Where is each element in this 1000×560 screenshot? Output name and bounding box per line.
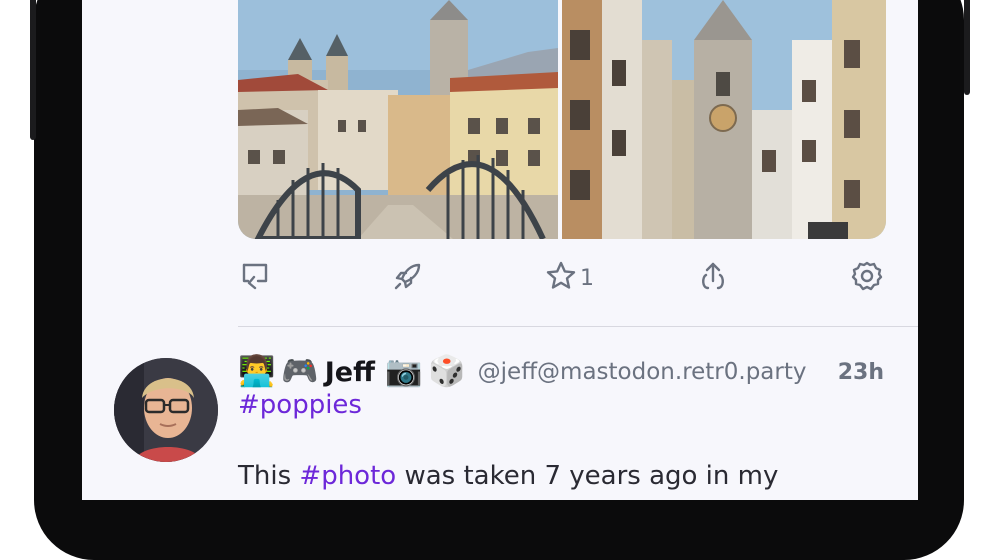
- app-screen: 1: [82, 0, 918, 500]
- favourite-button[interactable]: 1: [544, 258, 594, 298]
- post-body-suffix: was taken 7 years ago in my: [396, 461, 779, 491]
- post-timestamp[interactable]: 23h: [838, 350, 884, 394]
- share-icon: [696, 259, 730, 297]
- hashtag-link[interactable]: #poppies: [238, 390, 362, 420]
- media-image-clock-tower[interactable]: [562, 0, 886, 239]
- star-icon: [544, 259, 578, 297]
- media-image-bridge[interactable]: [238, 0, 558, 239]
- phone-side-button-left: [30, 0, 36, 140]
- boost-button[interactable]: [391, 258, 425, 298]
- rocket-icon: [391, 259, 425, 297]
- more-options-button[interactable]: [850, 258, 884, 298]
- favourite-count: 1: [580, 265, 594, 291]
- post-divider: [238, 326, 918, 327]
- post-header: 👨‍💻 🎮 Jeff 📷 🎲 @jeff@mastodon.retr0.part…: [238, 350, 918, 394]
- media-gallery: [238, 0, 886, 239]
- share-button[interactable]: [696, 258, 730, 298]
- user-handle[interactable]: @jeff@mastodon.retr0.party: [478, 359, 807, 385]
- emoji-game-controller: 🎮: [281, 354, 319, 389]
- gear-icon: [850, 259, 884, 297]
- emoji-camera: 📷: [384, 354, 423, 389]
- avatar[interactable]: [114, 358, 218, 462]
- reply-icon: [238, 259, 272, 297]
- reply-button[interactable]: [238, 258, 272, 298]
- post-body: This #photo was taken 7 years ago in my: [238, 461, 778, 491]
- emoji-technologist: 👨‍💻: [238, 354, 276, 389]
- display-name[interactable]: Jeff: [325, 357, 375, 388]
- post-body-prefix: This: [238, 461, 300, 491]
- post-actions-bar: 1: [238, 258, 886, 298]
- emoji-dice: 🎲: [428, 354, 466, 389]
- phone-side-button-right: [964, 0, 970, 95]
- hashtag-photo-link[interactable]: #photo: [299, 461, 396, 491]
